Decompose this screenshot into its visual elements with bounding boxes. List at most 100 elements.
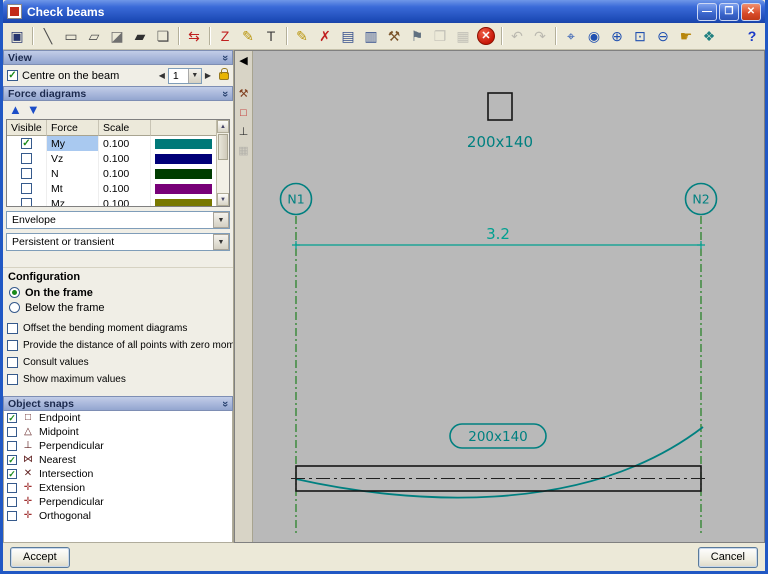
chevron-down-icon[interactable]: ▼ (213, 234, 229, 250)
pointer-icon[interactable]: ◀ (236, 54, 251, 69)
force-color-cell[interactable] (151, 166, 217, 181)
force-visible-checkbox[interactable] (21, 168, 32, 179)
edit-detail-icon[interactable]: ❏ (152, 25, 174, 47)
draw-line-icon[interactable]: ╲ (37, 25, 59, 47)
snap-checkbox[interactable] (7, 427, 17, 437)
help-icon[interactable]: ? (742, 26, 762, 46)
force-color-cell[interactable] (151, 196, 217, 206)
annotate-icon[interactable]: ✎ (237, 25, 259, 47)
titlebar[interactable]: Check beams — ❐ ✕ (3, 0, 765, 23)
zoom-dynamic-icon[interactable]: ◉ (583, 25, 605, 47)
left-panel: View » ✓ Centre on the beam ◀ 1 ▼ ▶ Forc… (3, 50, 234, 543)
snap-checkbox[interactable]: ✓ (7, 413, 17, 423)
snap-checkbox[interactable]: ✓ (7, 469, 17, 479)
dimension-icon[interactable]: ⇆ (183, 25, 205, 47)
force-table-scrollbar[interactable]: ▲ ▼ (216, 120, 229, 206)
close-button[interactable]: ✕ (741, 2, 761, 21)
drawing-canvas[interactable]: ◀ ⚒ □ ⊥ ▦ 200x140 N1 N2 3.2 200x140 (234, 50, 765, 543)
force-visible-checkbox[interactable] (21, 153, 32, 164)
tools-icon[interactable]: ⚒ (236, 87, 251, 102)
lock-icon[interactable] (219, 67, 229, 80)
force-scale-cell[interactable]: 0.100 (99, 136, 151, 151)
force-name-cell[interactable]: Vz (47, 151, 99, 166)
force-color-cell[interactable] (151, 136, 217, 151)
force-visible-checkbox[interactable] (21, 198, 32, 206)
zoom-extents-icon[interactable]: ⊡ (629, 25, 651, 47)
beam-number-select[interactable]: 1 ▼ (167, 67, 202, 84)
force-color-cell[interactable] (151, 151, 217, 166)
pencil-icon[interactable]: ✎ (291, 25, 313, 47)
force-color-cell[interactable] (151, 181, 217, 196)
draw-rectangle-icon[interactable]: ▭ (60, 25, 82, 47)
edit-polygon-icon[interactable]: ▱ (83, 25, 105, 47)
force-name-cell[interactable]: Mt (47, 181, 99, 196)
save-icon[interactable]: ▣ (6, 25, 28, 47)
cancel-icon[interactable]: ✕ (477, 27, 495, 45)
force-scale-cell[interactable]: 0.100 (99, 166, 151, 181)
force-visible-checkbox[interactable] (21, 183, 32, 194)
scroll-down-icon[interactable]: ▼ (217, 193, 229, 206)
perpendicular-icon[interactable]: ⊥ (236, 125, 251, 140)
move-down-icon[interactable]: ▼ (27, 103, 40, 116)
report-icon[interactable]: ▥ (360, 25, 382, 47)
force-name-cell[interactable]: Mz (47, 196, 99, 206)
snap-checkbox[interactable] (7, 441, 17, 451)
notebook-icon[interactable]: ▤ (337, 25, 359, 47)
move-up-icon[interactable]: ▲ (9, 103, 22, 116)
chevron-down-icon[interactable]: ▼ (213, 212, 229, 228)
configuration-checkbox-row: Show maximum values (3, 371, 233, 388)
accept-button[interactable]: Accept (10, 546, 70, 568)
radio-button[interactable] (9, 287, 20, 298)
section-icon[interactable]: □ (236, 106, 251, 121)
tools-icon[interactable]: ⚒ (383, 25, 405, 47)
force-table-row[interactable]: N 0.100 (7, 166, 229, 181)
erase-icon[interactable]: ◪ (106, 25, 128, 47)
force-table-row[interactable]: Mt 0.100 (7, 181, 229, 196)
delete-annotation-icon[interactable]: ✗ (314, 25, 336, 47)
centre-on-beam-checkbox[interactable]: ✓ (7, 70, 18, 81)
chevron-down-icon[interactable]: ▼ (187, 68, 201, 83)
prev-beam-icon[interactable]: ◀ (157, 69, 167, 82)
checkbox[interactable] (7, 374, 18, 385)
force-table-row[interactable]: Mz 0.100 (7, 196, 229, 206)
object-snap-row: ⊥ Perpendicular (4, 439, 232, 453)
force-scale-cell[interactable]: 0.100 (99, 181, 151, 196)
redraw-icon[interactable]: ❖ (698, 25, 720, 47)
scroll-up-icon[interactable]: ▲ (217, 120, 229, 133)
object-snaps-section-header[interactable]: Object snaps » (3, 396, 233, 411)
checkbox[interactable] (7, 323, 18, 334)
envelope-select[interactable]: Envelope ▼ (6, 211, 230, 229)
force-scale-cell[interactable]: 0.100 (99, 151, 151, 166)
scrollbar-thumb[interactable] (218, 134, 228, 160)
zoom-out-icon[interactable]: ⊖ (652, 25, 674, 47)
endpoint-snap-icon: □ (24, 412, 32, 423)
load-case-select[interactable]: Persistent or transient ▼ (6, 233, 230, 251)
pan-icon[interactable]: ☛ (675, 25, 697, 47)
text-icon[interactable]: T (260, 25, 282, 47)
force-name-cell[interactable]: N (47, 166, 99, 181)
cancel-button[interactable]: Cancel (697, 546, 758, 568)
next-beam-icon[interactable]: ▶ (203, 69, 213, 82)
snap-label: Extension (39, 482, 86, 494)
force-diagrams-section-header[interactable]: Force diagrams » (3, 86, 233, 101)
flag-icon[interactable]: ⚑ (406, 25, 428, 47)
snap-checkbox[interactable] (7, 511, 17, 521)
minimize-button[interactable]: — (697, 2, 717, 21)
maximize-button[interactable]: ❐ (719, 2, 739, 21)
radio-button[interactable] (9, 302, 20, 313)
filled-section-icon[interactable]: ▰ (129, 25, 151, 47)
force-visible-checkbox[interactable]: ✓ (21, 138, 32, 149)
snap-checkbox[interactable] (7, 497, 17, 507)
edit-depth-icon[interactable]: Z (214, 25, 236, 47)
force-name-cell[interactable]: My (47, 136, 99, 151)
snap-checkbox[interactable]: ✓ (7, 455, 17, 465)
force-table-row[interactable]: ✓ My 0.100 (7, 136, 229, 151)
force-table-row[interactable]: Vz 0.100 (7, 151, 229, 166)
zoom-window-icon[interactable]: ⌖ (560, 25, 582, 47)
checkbox[interactable] (7, 340, 18, 351)
force-scale-cell[interactable]: 0.100 (99, 196, 151, 206)
view-section-header[interactable]: View » (3, 50, 233, 65)
zoom-in-icon[interactable]: ⊕ (606, 25, 628, 47)
snap-checkbox[interactable] (7, 483, 17, 493)
checkbox[interactable] (7, 357, 18, 368)
